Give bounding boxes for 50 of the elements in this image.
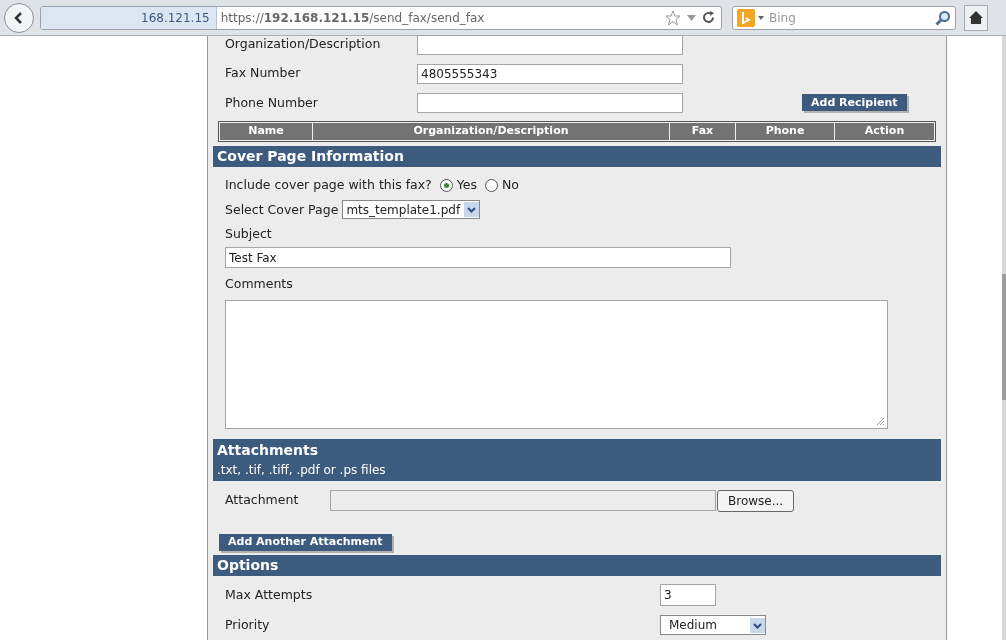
- reload-icon[interactable]: [702, 11, 715, 24]
- field-label: Select Cover Page: [225, 200, 339, 219]
- back-button[interactable]: [4, 2, 34, 33]
- dropdown-icon[interactable]: [687, 14, 696, 21]
- radio-button[interactable]: [484, 179, 498, 193]
- field-label: Comments: [225, 274, 293, 293]
- section-header: Cover Page Information: [213, 146, 941, 168]
- column-header: Organization/Description: [313, 122, 669, 141]
- field-label: Priority: [225, 615, 271, 634]
- search-engine-icon[interactable]: [737, 8, 765, 27]
- home-icon: [969, 11, 983, 24]
- section-subtitle: .txt, .tif, .tiff, .pdf or .ps files: [217, 462, 387, 480]
- radio-button[interactable]: [439, 179, 453, 193]
- url-text: https://192.168.121.15/send_fax/send_fax: [220, 9, 485, 27]
- radio-label: Yes: [456, 176, 477, 195]
- field-label: Max Attempts: [225, 585, 314, 604]
- column-header: Fax: [670, 122, 735, 141]
- input-field[interactable]: [417, 92, 683, 113]
- field-label: Include cover page with this fax?: [225, 176, 432, 195]
- field-label: Fax Number: [225, 64, 302, 83]
- search-placeholder: Bing: [769, 9, 797, 27]
- comments-field[interactable]: [225, 299, 888, 430]
- add-attachment-button[interactable]: Add Another Attachment: [219, 533, 392, 551]
- resize-grip-icon[interactable]: [876, 417, 885, 427]
- dropdown[interactable]: mts_template1.pdf: [342, 200, 481, 220]
- address-bar[interactable]: 168.121.15 https://192.168.121.15/send_fax/send_fax: [40, 5, 722, 30]
- section-header: Options: [213, 554, 941, 576]
- chevron-icon: [750, 617, 765, 633]
- chevron-icon: [464, 202, 480, 218]
- input-field[interactable]: 3: [660, 584, 716, 606]
- home-button[interactable]: [964, 4, 988, 31]
- star-icon[interactable]: [665, 9, 681, 26]
- column-header: Phone: [736, 122, 834, 141]
- input-field[interactable]: [417, 34, 683, 55]
- field-label: Attachment: [225, 491, 300, 510]
- field-label: Subject: [225, 224, 272, 243]
- radio-label: No: [501, 176, 519, 195]
- search-icon[interactable]: [935, 9, 951, 26]
- field-label: Phone Number: [225, 93, 319, 112]
- input-field[interactable]: 4805555343: [417, 63, 683, 84]
- column-header: Action: [835, 122, 934, 141]
- file-path-field[interactable]: [330, 490, 716, 512]
- dropdown[interactable]: Medium: [660, 615, 766, 635]
- column-header: Name: [220, 122, 312, 141]
- field-label: Organization/Description: [225, 35, 382, 54]
- input-field[interactable]: Test Fax: [225, 247, 731, 269]
- site-identity[interactable]: 168.121.15: [41, 6, 217, 29]
- add-recipient-button[interactable]: Add Recipient: [802, 94, 907, 112]
- section-header: Attachments: [217, 441, 319, 461]
- browse-button[interactable]: Browse...: [717, 489, 795, 512]
